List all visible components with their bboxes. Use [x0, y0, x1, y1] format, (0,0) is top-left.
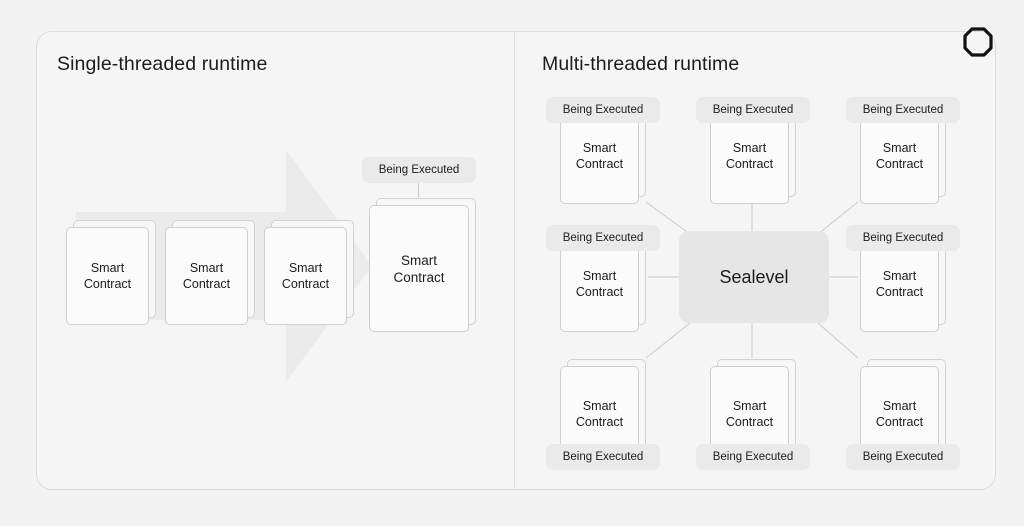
contract-card-label: Smart Contract	[182, 261, 231, 291]
contract-card-label: Smart Contract	[575, 141, 624, 171]
status-badge-middle-right: Being Executed	[846, 225, 960, 251]
status-badge-middle-left: Being Executed	[546, 225, 660, 251]
contract-card-active[interactable]: Smart Contract	[369, 198, 476, 332]
contract-card-label: Smart Contract	[83, 261, 132, 291]
status-badge-bottom-right: Being Executed	[846, 444, 960, 470]
panel-title-single-threaded: Single-threaded runtime	[57, 53, 268, 75]
card-front-sheet: Smart Contract	[264, 227, 347, 325]
status-badge-bottom-center: Being Executed	[696, 444, 810, 470]
contract-card-label: Smart Contract	[875, 141, 924, 171]
status-badge-bottom-left: Being Executed	[546, 444, 660, 470]
status-badge-top-center: Being Executed	[696, 97, 810, 123]
sealevel-node[interactable]: Sealevel	[679, 231, 829, 323]
contract-card-queued-1[interactable]: Smart Contract	[66, 220, 156, 325]
status-badge-top-left: Being Executed	[546, 97, 660, 123]
contract-card-label: Smart Contract	[875, 269, 924, 299]
diagram-canvas: Single-threaded runtime Smart Contract S…	[0, 0, 1024, 526]
sealevel-label: Sealevel	[719, 266, 789, 287]
contract-card-queued-2[interactable]: Smart Contract	[165, 220, 255, 325]
card-front-sheet: Smart Contract	[165, 227, 248, 325]
contract-card-label: Smart Contract	[281, 261, 330, 291]
contract-card-label: Smart Contract	[875, 399, 924, 429]
status-badge-top-right: Being Executed	[846, 97, 960, 123]
contract-card-label: Smart Contract	[393, 252, 445, 285]
status-badge-being-executed-active: Being Executed	[362, 157, 476, 183]
octagon-outline-logo-icon	[960, 24, 996, 60]
contract-card-label: Smart Contract	[725, 399, 774, 429]
contract-card-queued-3[interactable]: Smart Contract	[264, 220, 354, 325]
panel-title-multi-threaded: Multi-threaded runtime	[542, 53, 740, 75]
contract-card-label: Smart Contract	[575, 399, 624, 429]
card-front-sheet: Smart Contract	[66, 227, 149, 325]
panel-divider	[514, 31, 515, 490]
card-front-sheet: Smart Contract	[369, 205, 469, 332]
contract-card-label: Smart Contract	[575, 269, 624, 299]
contract-card-label: Smart Contract	[725, 141, 774, 171]
